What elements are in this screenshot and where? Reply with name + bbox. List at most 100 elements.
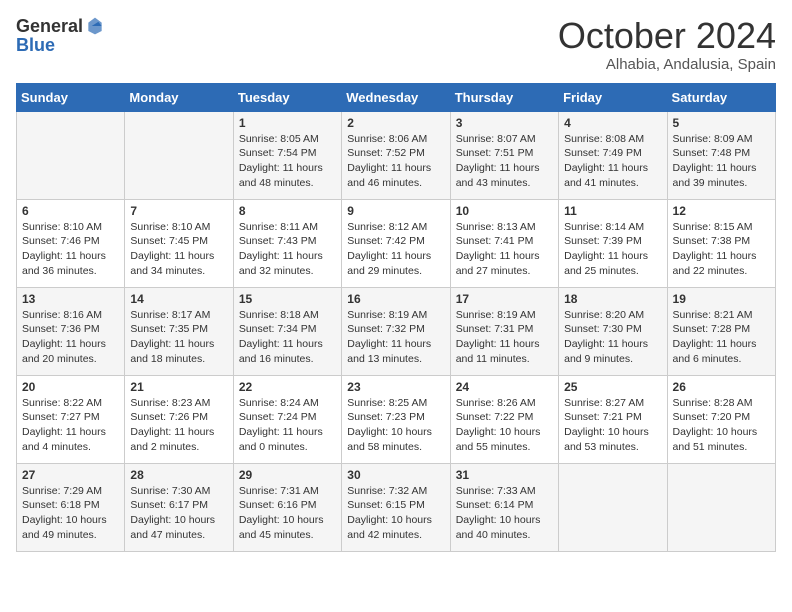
cell-sunrise: Sunrise: 8:05 AM: [239, 133, 319, 145]
cell-sunrise: Sunrise: 8:10 AM: [22, 221, 102, 233]
cell-daylight: Daylight: 11 hours and 41 minutes.: [564, 162, 648, 189]
cell-sunrise: Sunrise: 8:06 AM: [347, 133, 427, 145]
calendar-cell: 10 Sunrise: 8:13 AM Sunset: 7:41 PM Dayl…: [450, 199, 558, 287]
day-header-saturday: Saturday: [667, 83, 775, 111]
calendar-cell: 26 Sunrise: 8:28 AM Sunset: 7:20 PM Dayl…: [667, 375, 775, 463]
day-number: 6: [22, 204, 119, 218]
cell-sunset: Sunset: 7:41 PM: [456, 235, 534, 247]
calendar-cell: 4 Sunrise: 8:08 AM Sunset: 7:49 PM Dayli…: [559, 111, 667, 199]
calendar-cell: 5 Sunrise: 8:09 AM Sunset: 7:48 PM Dayli…: [667, 111, 775, 199]
calendar-cell: 30 Sunrise: 7:32 AM Sunset: 6:15 PM Dayl…: [342, 463, 450, 551]
calendar-cell: 20 Sunrise: 8:22 AM Sunset: 7:27 PM Dayl…: [17, 375, 125, 463]
cell-sunset: Sunset: 7:39 PM: [564, 235, 642, 247]
day-number: 30: [347, 468, 444, 482]
cell-sunrise: Sunrise: 8:27 AM: [564, 397, 644, 409]
cell-sunrise: Sunrise: 8:19 AM: [456, 309, 536, 321]
cell-sunrise: Sunrise: 7:30 AM: [130, 485, 210, 497]
cell-sunset: Sunset: 7:51 PM: [456, 147, 534, 159]
calendar-cell: [125, 111, 233, 199]
month-title: October 2024: [558, 16, 776, 56]
cell-sunrise: Sunrise: 7:32 AM: [347, 485, 427, 497]
calendar-cell: 27 Sunrise: 7:29 AM Sunset: 6:18 PM Dayl…: [17, 463, 125, 551]
day-header-friday: Friday: [559, 83, 667, 111]
cell-daylight: Daylight: 11 hours and 34 minutes.: [130, 250, 214, 277]
day-number: 17: [456, 292, 553, 306]
cell-sunset: Sunset: 7:35 PM: [130, 323, 208, 335]
cell-daylight: Daylight: 10 hours and 55 minutes.: [456, 426, 541, 453]
calendar-cell: 1 Sunrise: 8:05 AM Sunset: 7:54 PM Dayli…: [233, 111, 341, 199]
day-number: 19: [673, 292, 770, 306]
cell-sunset: Sunset: 7:32 PM: [347, 323, 425, 335]
calendar-cell: 18 Sunrise: 8:20 AM Sunset: 7:30 PM Dayl…: [559, 287, 667, 375]
day-number: 4: [564, 116, 661, 130]
cell-daylight: Daylight: 11 hours and 29 minutes.: [347, 250, 431, 277]
cell-sunrise: Sunrise: 7:33 AM: [456, 485, 536, 497]
cell-sunrise: Sunrise: 8:12 AM: [347, 221, 427, 233]
cell-sunrise: Sunrise: 8:11 AM: [239, 221, 318, 233]
cell-daylight: Daylight: 11 hours and 9 minutes.: [564, 338, 648, 365]
day-header-wednesday: Wednesday: [342, 83, 450, 111]
cell-daylight: Daylight: 11 hours and 25 minutes.: [564, 250, 648, 277]
cell-sunrise: Sunrise: 8:20 AM: [564, 309, 644, 321]
week-row-2: 6 Sunrise: 8:10 AM Sunset: 7:46 PM Dayli…: [17, 199, 776, 287]
cell-sunrise: Sunrise: 8:19 AM: [347, 309, 427, 321]
calendar-cell: [17, 111, 125, 199]
cell-sunset: Sunset: 7:38 PM: [673, 235, 751, 247]
cell-daylight: Daylight: 10 hours and 47 minutes.: [130, 514, 215, 541]
day-number: 27: [22, 468, 119, 482]
cell-sunrise: Sunrise: 8:24 AM: [239, 397, 319, 409]
page-header: General Blue October 2024 Alhabia, Andal…: [16, 16, 776, 73]
cell-daylight: Daylight: 11 hours and 46 minutes.: [347, 162, 431, 189]
calendar-cell: 11 Sunrise: 8:14 AM Sunset: 7:39 PM Dayl…: [559, 199, 667, 287]
cell-daylight: Daylight: 11 hours and 16 minutes.: [239, 338, 323, 365]
cell-sunset: Sunset: 7:23 PM: [347, 411, 425, 423]
cell-sunrise: Sunrise: 8:13 AM: [456, 221, 536, 233]
logo-blue-text: Blue: [16, 35, 55, 55]
calendar-cell: 16 Sunrise: 8:19 AM Sunset: 7:32 PM Dayl…: [342, 287, 450, 375]
cell-daylight: Daylight: 11 hours and 13 minutes.: [347, 338, 431, 365]
day-number: 26: [673, 380, 770, 394]
cell-daylight: Daylight: 10 hours and 51 minutes.: [673, 426, 758, 453]
cell-sunrise: Sunrise: 8:09 AM: [673, 133, 753, 145]
week-row-4: 20 Sunrise: 8:22 AM Sunset: 7:27 PM Dayl…: [17, 375, 776, 463]
cell-sunset: Sunset: 7:27 PM: [22, 411, 100, 423]
day-number: 11: [564, 204, 661, 218]
calendar-cell: 12 Sunrise: 8:15 AM Sunset: 7:38 PM Dayl…: [667, 199, 775, 287]
cell-daylight: Daylight: 10 hours and 45 minutes.: [239, 514, 324, 541]
cell-sunrise: Sunrise: 8:08 AM: [564, 133, 644, 145]
day-number: 3: [456, 116, 553, 130]
cell-sunset: Sunset: 7:43 PM: [239, 235, 317, 247]
day-number: 14: [130, 292, 227, 306]
cell-daylight: Daylight: 10 hours and 53 minutes.: [564, 426, 649, 453]
cell-daylight: Daylight: 11 hours and 48 minutes.: [239, 162, 323, 189]
day-number: 21: [130, 380, 227, 394]
cell-sunrise: Sunrise: 8:07 AM: [456, 133, 536, 145]
cell-sunrise: Sunrise: 8:14 AM: [564, 221, 644, 233]
cell-sunset: Sunset: 7:22 PM: [456, 411, 534, 423]
cell-sunrise: Sunrise: 7:29 AM: [22, 485, 102, 497]
cell-daylight: Daylight: 11 hours and 0 minutes.: [239, 426, 323, 453]
calendar-cell: 6 Sunrise: 8:10 AM Sunset: 7:46 PM Dayli…: [17, 199, 125, 287]
cell-daylight: Daylight: 11 hours and 20 minutes.: [22, 338, 106, 365]
calendar-cell: 9 Sunrise: 8:12 AM Sunset: 7:42 PM Dayli…: [342, 199, 450, 287]
cell-sunset: Sunset: 7:54 PM: [239, 147, 317, 159]
day-number: 22: [239, 380, 336, 394]
title-section: October 2024 Alhabia, Andalusia, Spain: [558, 16, 776, 73]
location-text: Alhabia, Andalusia, Spain: [558, 56, 776, 73]
cell-daylight: Daylight: 11 hours and 11 minutes.: [456, 338, 540, 365]
calendar-cell: 24 Sunrise: 8:26 AM Sunset: 7:22 PM Dayl…: [450, 375, 558, 463]
logo-icon: [85, 16, 105, 36]
day-number: 13: [22, 292, 119, 306]
day-number: 2: [347, 116, 444, 130]
cell-daylight: Daylight: 11 hours and 2 minutes.: [130, 426, 214, 453]
cell-sunset: Sunset: 6:16 PM: [239, 499, 317, 511]
cell-sunset: Sunset: 6:17 PM: [130, 499, 208, 511]
cell-sunrise: Sunrise: 7:31 AM: [239, 485, 319, 497]
day-number: 1: [239, 116, 336, 130]
cell-daylight: Daylight: 11 hours and 32 minutes.: [239, 250, 323, 277]
day-number: 25: [564, 380, 661, 394]
calendar-cell: 8 Sunrise: 8:11 AM Sunset: 7:43 PM Dayli…: [233, 199, 341, 287]
day-header-tuesday: Tuesday: [233, 83, 341, 111]
cell-sunrise: Sunrise: 8:22 AM: [22, 397, 102, 409]
cell-sunrise: Sunrise: 8:18 AM: [239, 309, 319, 321]
